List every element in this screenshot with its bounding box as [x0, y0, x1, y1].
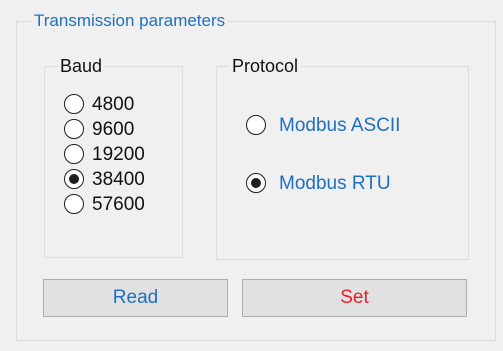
protocol-option-modbus-rtu[interactable]: Modbus RTU [246, 173, 391, 193]
protocol-option-modbus-ascii[interactable]: Modbus ASCII [246, 115, 400, 135]
baud-option-4800[interactable]: 4800 [64, 94, 134, 114]
protocol-option-label: Modbus RTU [279, 172, 391, 194]
baud-radio-4800[interactable] [64, 94, 84, 114]
protocol-group-title: Protocol [229, 57, 302, 75]
baud-radio-19200[interactable] [64, 144, 84, 164]
baud-radio-38400[interactable] [64, 169, 84, 189]
baud-option-57600[interactable]: 57600 [64, 194, 145, 214]
protocol-radio-modbus-rtu[interactable] [246, 173, 266, 193]
baud-option-19200[interactable]: 19200 [64, 144, 145, 164]
baud-option-label: 19200 [92, 143, 145, 165]
protocol-option-label: Modbus ASCII [279, 114, 401, 136]
set-button[interactable]: Set [242, 279, 467, 317]
baud-radio-9600[interactable] [64, 119, 84, 139]
read-button[interactable]: Read [43, 279, 228, 317]
baud-option-38400[interactable]: 38400 [64, 169, 145, 189]
baud-option-label: 4800 [92, 93, 135, 115]
protocol-group: Protocol [216, 57, 469, 260]
baud-option-9600[interactable]: 9600 [64, 119, 134, 139]
baud-option-label: 9600 [92, 118, 135, 140]
baud-radio-57600[interactable] [64, 194, 84, 214]
baud-group-title: Baud [57, 57, 106, 75]
protocol-radio-modbus-ascii[interactable] [246, 115, 266, 135]
baud-option-label: 38400 [92, 168, 145, 190]
baud-option-label: 57600 [92, 193, 145, 215]
transmission-parameters-title: Transmission parameters [31, 12, 229, 29]
